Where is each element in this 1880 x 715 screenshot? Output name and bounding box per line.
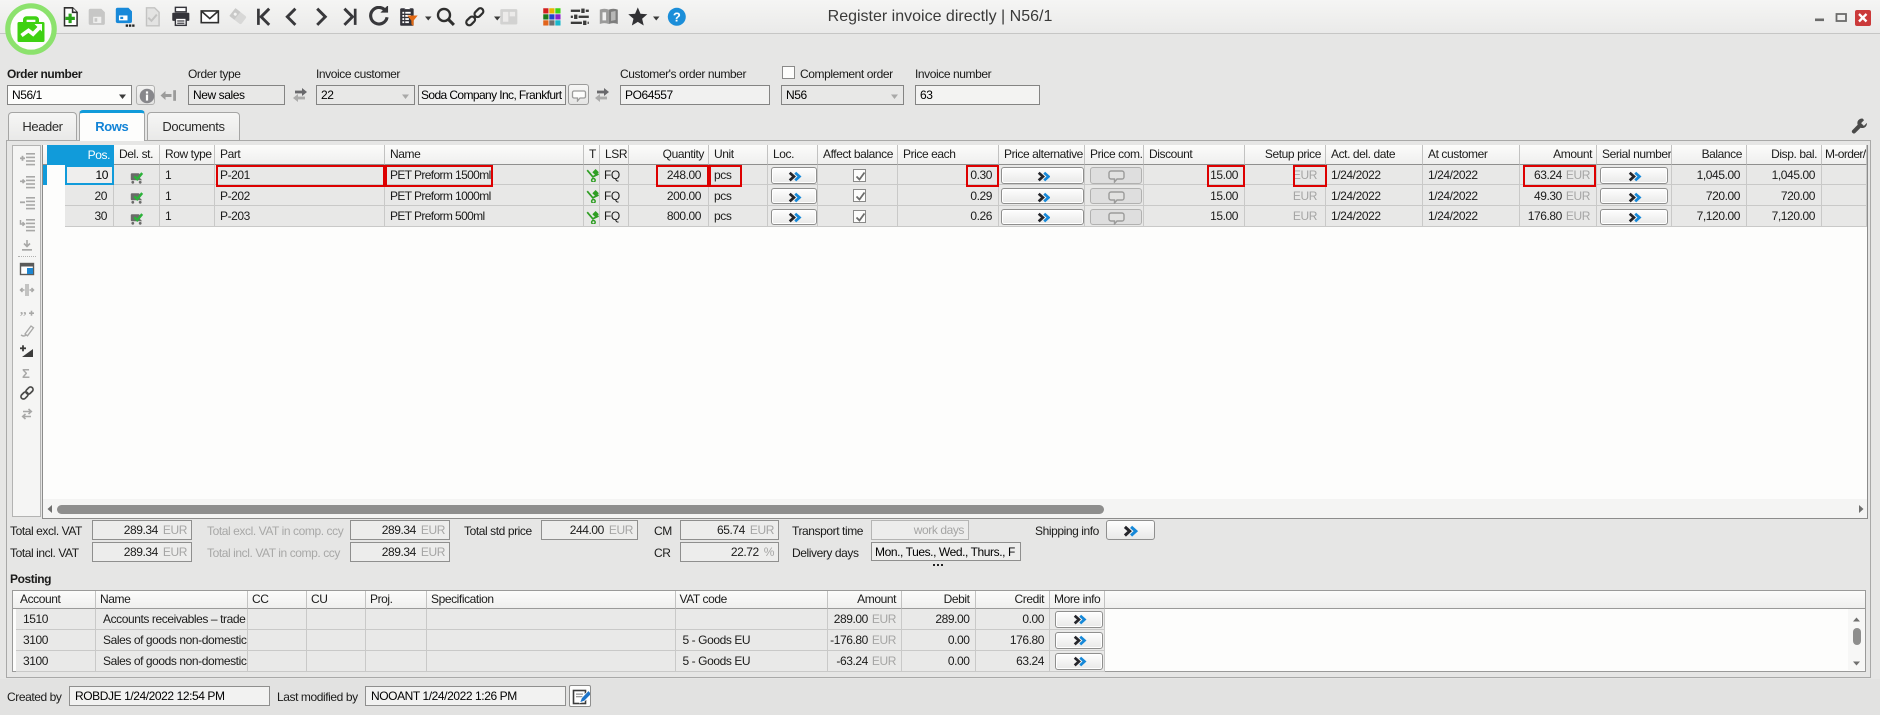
svg-text:Σ: Σ bbox=[22, 366, 30, 381]
svg-text:?: ? bbox=[673, 9, 681, 24]
svg-text:,,: ,, bbox=[20, 303, 27, 317]
